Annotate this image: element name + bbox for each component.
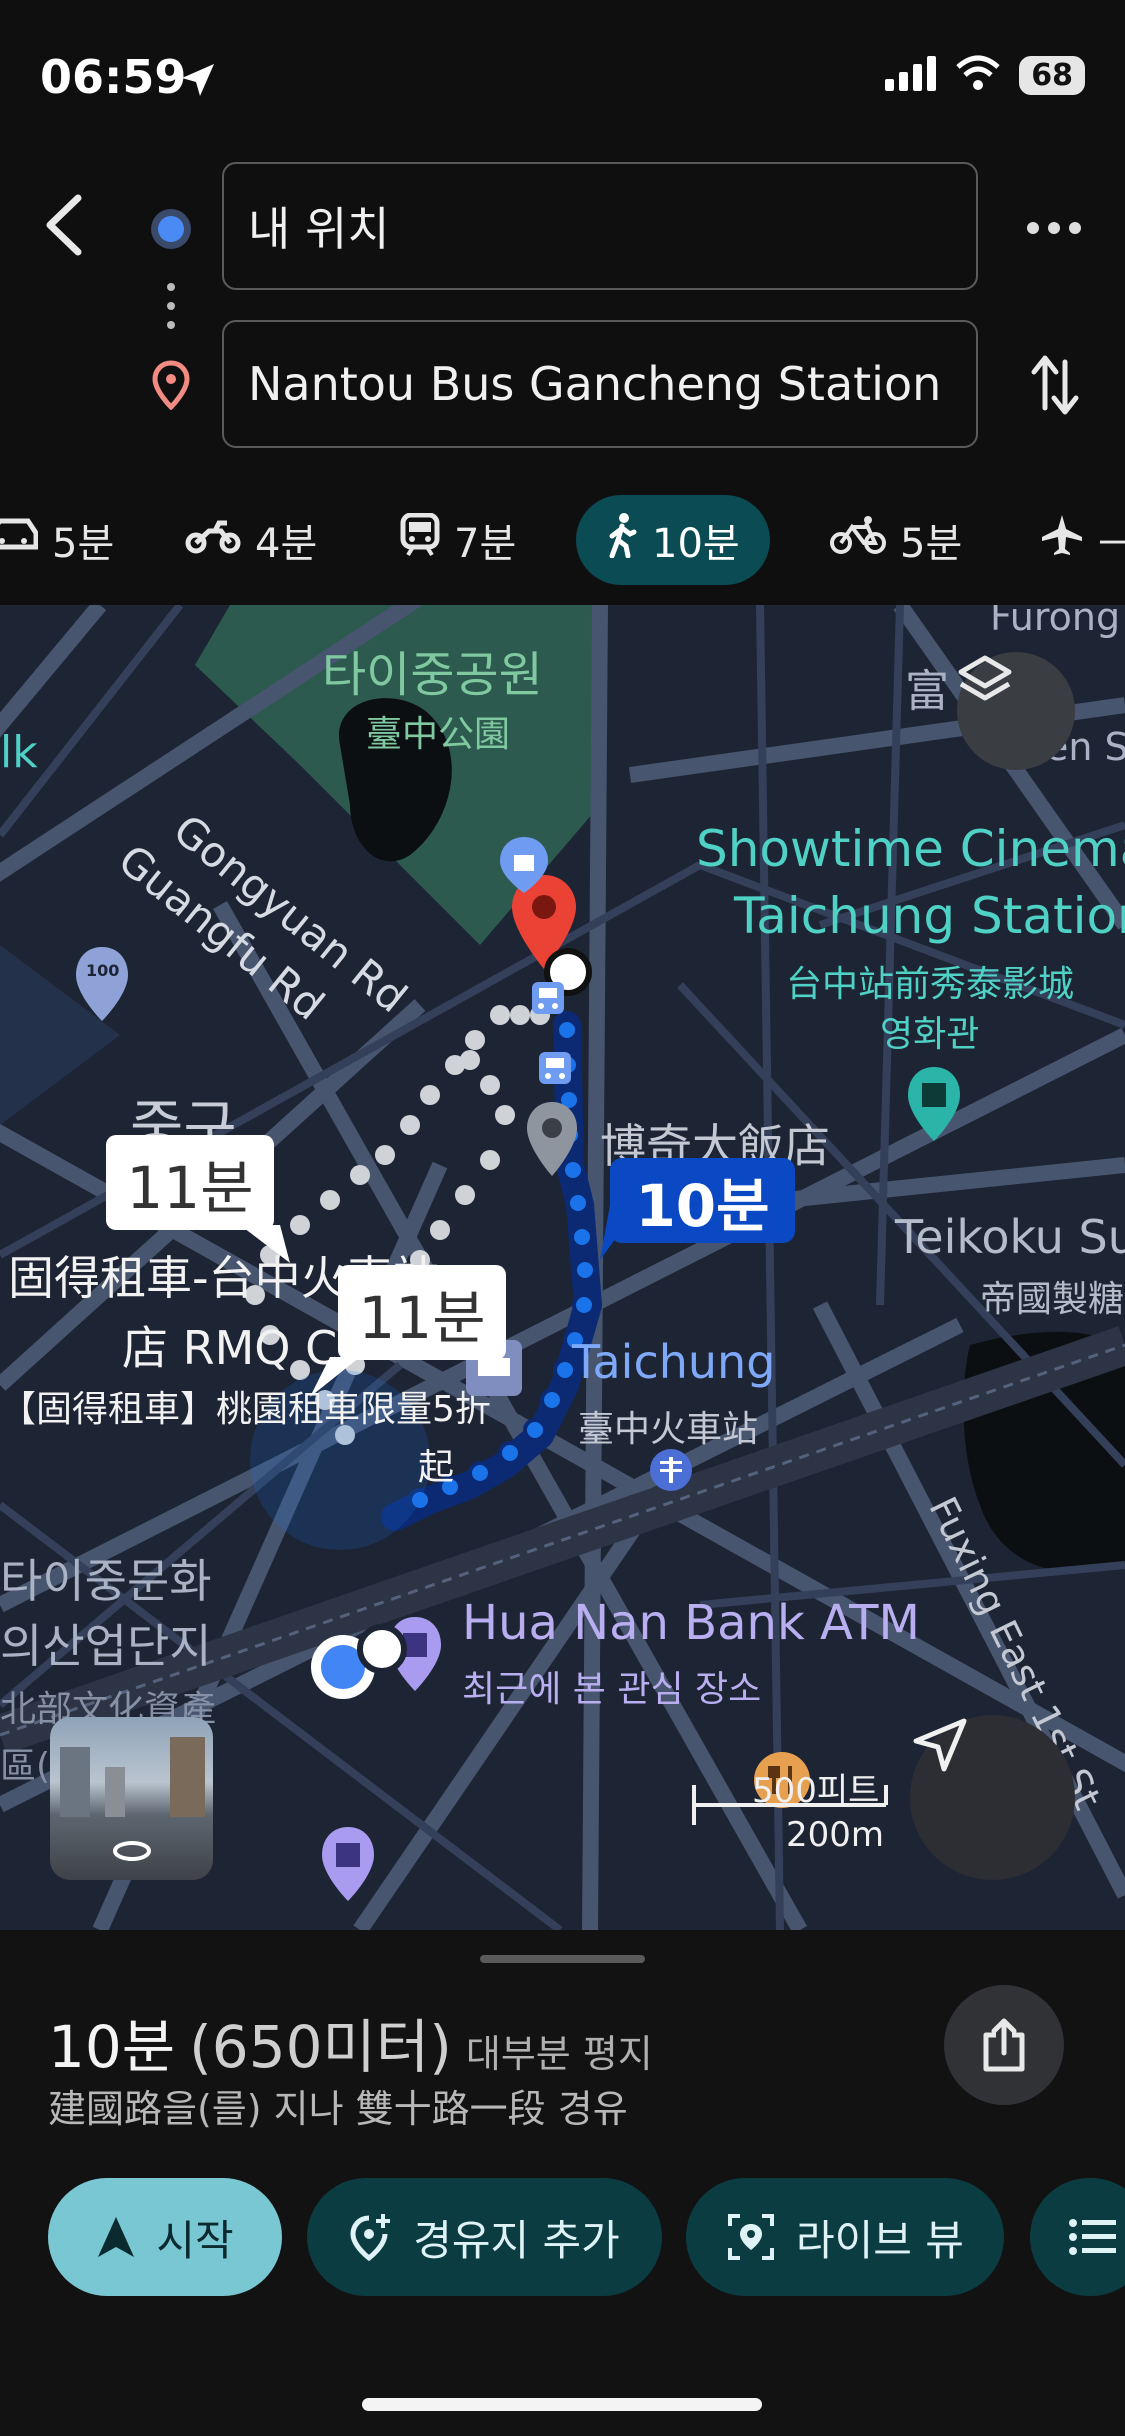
origin-input[interactable]: 내 위치 <box>222 162 978 290</box>
home-indicator[interactable] <box>362 2398 762 2411</box>
navigation-arrow-icon <box>913 1718 967 1772</box>
tab-motorcycle-label: 4분 <box>255 521 318 567</box>
share-icon <box>983 2018 1025 2072</box>
add-location-icon <box>350 2214 391 2262</box>
destination-pin-icon <box>152 360 190 414</box>
place-label-fu: 富 <box>905 666 949 717</box>
status-indicators: 68 <box>885 55 1085 95</box>
park-label-zh: 臺中公園 <box>366 714 511 755</box>
alternate-route-bubble-text: 11분 <box>358 1283 486 1352</box>
area-label-culture-1: 타이중문화 <box>0 1554 212 1608</box>
status-time: 06:59 <box>40 50 187 104</box>
tab-transit-label: 7분 <box>454 521 517 567</box>
location-arrow-icon <box>178 60 218 104</box>
area-label-culture-2: 의산업단지 <box>0 1619 212 1673</box>
tab-flight-label: — <box>1098 517 1125 563</box>
motorcycle-icon <box>185 515 241 565</box>
station-label-en: Taichung <box>572 1335 776 1389</box>
tab-motorcycle[interactable]: 4분 <box>185 495 317 585</box>
gas-price-badge: 100 <box>86 961 120 980</box>
map-view[interactable]: 타이중공원 臺中公園 Gongyuan Rd Guangfu Rd Furong… <box>0 605 1125 1930</box>
destination-input[interactable]: Nantou Bus Gancheng Station <box>222 320 978 448</box>
add-stop-button[interactable]: 경유지 추가 <box>307 2178 662 2296</box>
travel-mode-tabs: 5분 4분 7분 10분 5분 — <box>0 495 1125 585</box>
station-label-zh: 臺中火車站 <box>578 1409 759 1450</box>
tab-walk[interactable]: 10분 <box>576 495 770 585</box>
route-connector-dots <box>166 282 176 336</box>
poi-showtime-category: 영화관 <box>880 1014 980 1055</box>
route-terrain: 대부분 평지 <box>465 2032 653 2076</box>
poi-showtime-name-2: Taichung Station <box>734 887 1125 945</box>
scale-meters: 200m <box>786 1815 885 1855</box>
road-label-furong: Furong St <box>990 605 1125 639</box>
live-view-button[interactable]: 라이브 뷰 <box>686 2178 1004 2296</box>
poi-teikoku-zh: 帝國製糖 <box>980 1279 1125 1320</box>
tab-drive-label: 5분 <box>52 521 115 567</box>
poi-showtime-zh: 台中站前秀泰影城 <box>786 964 1075 1005</box>
scale-feet: 500피트 <box>752 1771 880 1811</box>
live-view-icon <box>728 2214 775 2260</box>
tab-walk-label: 10분 <box>652 521 740 567</box>
park-label-ko: 타이중공원 <box>322 647 543 703</box>
poi-bank-label: Hua Nan Bank ATM <box>462 1595 920 1651</box>
tab-flight[interactable]: — <box>1040 495 1125 585</box>
poi-bank-sub-label: 최근에 본 관심 장소 <box>462 1669 762 1710</box>
add-stop-label: 경유지 추가 <box>413 2215 620 2265</box>
live-view-label: 라이브 뷰 <box>796 2215 964 2265</box>
more-options-button[interactable] <box>1025 210 1083 250</box>
tab-transit[interactable]: 7분 <box>400 495 516 585</box>
poi-rental-promo: 【固得租車】桃園租車限量5折 <box>0 1389 491 1430</box>
poi-teikoku-label: Teikoku Su <box>895 1210 1125 1264</box>
origin-dot-icon <box>147 205 195 257</box>
route-via: 建國路을(를) 지나 雙十路一段 경유 <box>48 2087 628 2131</box>
alternate-route-bubble[interactable]: 11분 <box>338 1265 506 1360</box>
tab-bicycle-label: 5분 <box>900 521 963 567</box>
route-distance: (650미터) <box>189 2013 452 2081</box>
sheet-drag-handle[interactable] <box>480 1955 645 1963</box>
street-view-thumbnail[interactable] <box>50 1717 213 1880</box>
poi-showtime-name-1: Showtime Cinema <box>696 820 1125 878</box>
cellular-signal-icon <box>885 55 937 95</box>
swap-directions-button[interactable] <box>1030 350 1080 424</box>
layers-icon <box>958 655 1012 701</box>
tab-bicycle[interactable]: 5분 <box>830 495 962 585</box>
plane-icon <box>1040 513 1084 567</box>
start-button[interactable]: 시작 <box>48 2178 282 2296</box>
back-button[interactable] <box>40 190 90 260</box>
bicycle-icon <box>830 515 886 565</box>
place-label-lk: lk <box>0 727 38 778</box>
wifi-icon <box>955 55 1001 95</box>
alternate-route-bubble-text: 11분 <box>126 1153 254 1222</box>
recenter-button[interactable] <box>910 1715 1075 1880</box>
navigation-arrow-icon <box>98 2217 135 2257</box>
alternate-route-bubble[interactable]: 11분 <box>106 1135 274 1230</box>
route-duration: 10분 <box>48 2013 176 2081</box>
route-summary-line: 10분 (650미터) 대부분 평지 <box>48 2000 653 2084</box>
train-icon <box>400 512 440 567</box>
scale-bar: 500피트 200m <box>690 1771 890 1865</box>
car-icon <box>0 515 39 565</box>
battery-indicator: 68 <box>1019 55 1085 95</box>
walk-icon <box>606 512 638 568</box>
poi-rental-label-2: 店 RMQ C <box>122 1321 338 1375</box>
layers-button[interactable] <box>957 652 1075 770</box>
origin-input-value: 내 위치 <box>248 202 390 256</box>
start-button-label: 시작 <box>156 2215 234 2265</box>
share-button[interactable] <box>944 1985 1064 2105</box>
destination-input-value: Nantou Bus Gancheng Station <box>248 357 942 411</box>
tab-drive[interactable]: 5분 <box>0 495 114 585</box>
route-start-label: 起 <box>418 1447 455 1488</box>
route-duration-bubble-text: 10분 <box>635 1171 770 1240</box>
list-icon <box>1069 2219 1116 2255</box>
